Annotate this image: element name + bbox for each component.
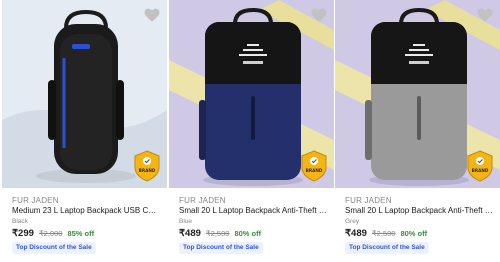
offer-tag: Top Discount of the Sale <box>345 242 429 254</box>
product-card[interactable]: BRAND FUR JADEN Medium 23 L Laptop Backp… <box>2 0 167 262</box>
product-image[interactable]: BRAND <box>169 0 334 188</box>
product-brand: FUR JADEN <box>179 196 226 205</box>
price-row: ₹489 ₹2,500 80% off <box>179 228 261 239</box>
svg-text:BRAND: BRAND <box>139 168 156 173</box>
product-title[interactable]: Small 20 L Laptop Backpack Anti-Theft 15… <box>345 206 493 215</box>
product-brand: FUR JADEN <box>345 196 392 205</box>
product-variant: Grey <box>345 218 360 225</box>
discount-percent: 80% off <box>234 229 262 238</box>
offer-tag: Top Discount of the Sale <box>12 242 96 254</box>
price-row: ₹299 ₹2,000 85% off <box>12 228 94 239</box>
selling-price: ₹299 <box>12 228 34 239</box>
product-image[interactable]: BRAND <box>335 0 500 188</box>
product-variant: Blue <box>179 218 193 225</box>
discount-percent: 85% off <box>67 229 95 238</box>
product-card[interactable]: BRAND FUR JADEN Small 20 L Laptop Backpa… <box>335 0 500 262</box>
original-price: ₹2,500 <box>371 229 396 238</box>
selling-price: ₹489 <box>345 228 367 239</box>
svg-text:BRAND: BRAND <box>306 168 323 173</box>
heart-icon[interactable] <box>476 6 494 24</box>
selling-price: ₹489 <box>179 228 201 239</box>
offer-tag: Top Discount of the Sale <box>179 242 263 254</box>
brand-authorized-seller-badge-icon: BRAND <box>133 150 161 182</box>
svg-text:BRAND: BRAND <box>472 168 489 173</box>
product-image[interactable]: BRAND <box>2 0 167 188</box>
product-card[interactable]: BRAND FUR JADEN Small 20 L Laptop Backpa… <box>169 0 334 262</box>
heart-icon[interactable] <box>143 6 161 24</box>
product-brand: FUR JADEN <box>12 196 59 205</box>
product-grid: BRAND FUR JADEN Medium 23 L Laptop Backp… <box>0 0 500 262</box>
product-title[interactable]: Small 20 L Laptop Backpack Anti-Theft 15… <box>179 206 327 215</box>
brand-authorized-seller-badge-icon: BRAND <box>466 150 494 182</box>
price-row: ₹489 ₹2,500 80% off <box>345 228 427 239</box>
heart-icon[interactable] <box>310 6 328 24</box>
product-title[interactable]: Medium 23 L Laptop Backpack USB Charging… <box>12 206 160 215</box>
discount-percent: 80% off <box>400 229 428 238</box>
original-price: ₹2,000 <box>38 229 63 238</box>
original-price: ₹2,500 <box>205 229 230 238</box>
product-variant: Black <box>12 218 28 225</box>
brand-authorized-seller-badge-icon: BRAND <box>300 150 328 182</box>
